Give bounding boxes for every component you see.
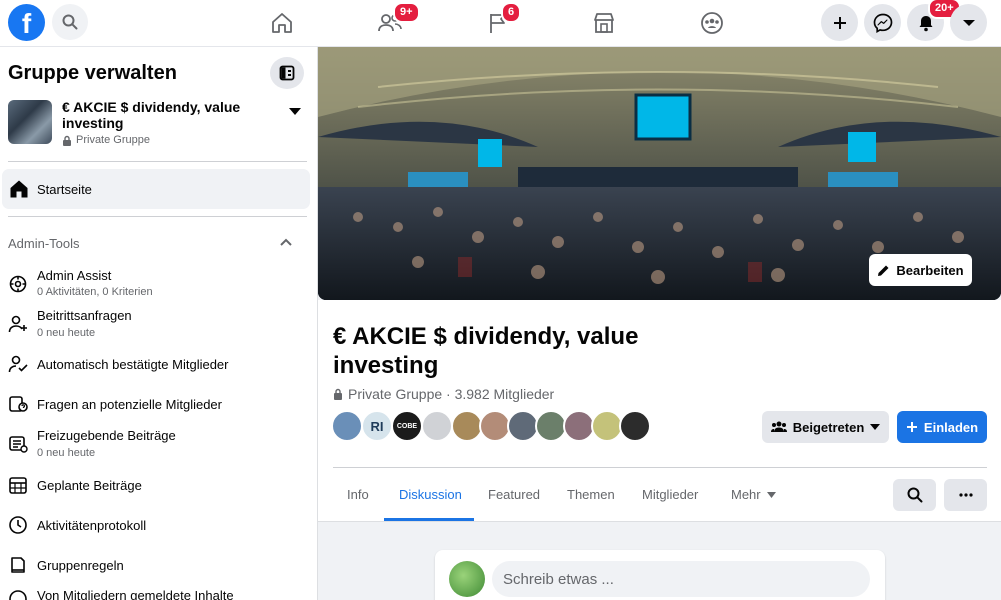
facebook-logo[interactable]: f (8, 4, 45, 41)
avatar[interactable] (449, 561, 485, 597)
sidebar-item-auto-approved[interactable]: Automatisch bestätigte Mitglieder (0, 346, 317, 382)
avatar[interactable] (619, 410, 651, 442)
pages-badge: 6 (501, 2, 522, 23)
lock-icon (63, 135, 71, 146)
search-icon (907, 487, 922, 503)
active-tab-indicator (384, 518, 474, 521)
search-button[interactable] (52, 4, 88, 40)
lock-icon (334, 388, 342, 400)
home-icon (272, 13, 292, 33)
avatar[interactable] (421, 410, 453, 442)
sidebar-item-member-requests[interactable]: Beitrittsanfragen 0 neu heute (0, 306, 317, 342)
chevron-up-icon (280, 238, 292, 246)
sidebar-item-pending-posts[interactable]: Freizugebende Beiträge 0 neu heute (0, 426, 317, 462)
sidebar-collapse-button[interactable] (270, 57, 304, 89)
tab-members[interactable]: Mitglieder (642, 487, 698, 502)
sidebar-item-label: Startseite (37, 181, 92, 197)
joined-button[interactable]: Beigetreten (762, 411, 889, 443)
questions-icon (9, 396, 28, 412)
nav-home[interactable] (265, 6, 299, 40)
sidebar-toggle-icon (279, 65, 295, 81)
tool-subtitle: 0 neu heute (37, 327, 96, 339)
group-name[interactable]: € AKCIE $ dividendy, value investing (62, 99, 262, 131)
sidebar-divider (8, 161, 307, 162)
group-search-button[interactable] (893, 479, 936, 511)
caret-down-icon (289, 108, 301, 115)
marketplace-icon (594, 13, 614, 33)
sidebar-divider (8, 216, 307, 217)
tool-title: Admin Assist (37, 268, 112, 283)
tool-title: Geplante Beiträge (37, 478, 142, 493)
auto-approve-icon (8, 355, 28, 373)
sidebar-item-activity-log[interactable]: Aktivitätenprotokoll (0, 507, 317, 543)
tab-featured[interactable]: Featured (488, 487, 540, 502)
avatar[interactable] (331, 410, 363, 442)
sidebar-item-home[interactable]: Startseite (2, 169, 310, 209)
tool-title: Automatisch bestätigte Mitglieder (37, 357, 229, 372)
pending-posts-icon (9, 436, 28, 453)
ellipsis-icon (958, 493, 973, 497)
tool-title: Aktivitätenprotokoll (37, 518, 147, 533)
tool-subtitle: 0 Aktivitäten, 0 Kriterien (37, 286, 153, 298)
create-button[interactable] (821, 4, 858, 41)
rules-icon (11, 557, 25, 573)
calendar-icon (9, 477, 27, 494)
admin-tools-collapse[interactable] (279, 235, 293, 254)
nav-marketplace[interactable] (587, 6, 621, 40)
page-title: € AKCIE $ dividendy, value investing (333, 323, 639, 379)
more-options-button[interactable] (944, 479, 987, 511)
groups-icon (701, 12, 723, 34)
manage-group-sidebar: Gruppe verwalten € AKCIE $ dividendy, va… (0, 47, 318, 600)
group-thumbnail[interactable] (8, 100, 52, 144)
group-info: Private Gruppe · 3.982 Mitglieder (333, 386, 554, 402)
caret-down-icon (870, 424, 881, 430)
group-privacy: Private Gruppe (62, 134, 150, 146)
tool-title: Beitrittsanfragen (37, 308, 132, 323)
messenger-button[interactable] (864, 4, 901, 41)
caret-down-icon (766, 491, 776, 498)
report-icon (9, 590, 27, 600)
clock-icon (9, 516, 27, 534)
tool-subtitle: 0 neu heute (37, 447, 96, 459)
sidebar-item-membership-questions[interactable]: Fragen an potenzielle Mitglieder (0, 386, 317, 422)
plus-icon (906, 422, 917, 432)
pencil-icon (878, 265, 889, 276)
edit-cover-button[interactable]: Bearbeiten (869, 254, 972, 286)
invite-button[interactable]: Einladen (897, 411, 987, 443)
tab-discussion[interactable]: Diskussion (399, 487, 462, 502)
sidebar-title: Gruppe verwalten (8, 62, 177, 84)
search-icon (62, 14, 78, 30)
sidebar-item-admin-assist[interactable]: Admin Assist 0 Aktivitäten, 0 Kriterien (0, 266, 317, 302)
tab-info[interactable]: Info (347, 487, 369, 502)
avatar[interactable]: RI (361, 410, 393, 442)
group-switcher-caret[interactable] (289, 103, 301, 121)
plus-icon (833, 16, 846, 29)
admin-assist-icon (9, 275, 27, 293)
tool-title: Gruppenregeln (37, 558, 124, 573)
tab-more[interactable]: Mehr (731, 487, 776, 502)
tool-title: Fragen an potenzielle Mitglieder (37, 397, 222, 412)
sidebar-item-scheduled-posts[interactable]: Geplante Beiträge (0, 467, 317, 503)
friends-badge: 9+ (393, 2, 420, 23)
account-menu-button[interactable] (950, 4, 987, 41)
avatar[interactable]: COBE (391, 410, 423, 442)
sidebar-item-group-rules[interactable]: Gruppenregeln (0, 547, 317, 583)
composer-input[interactable] (492, 561, 870, 597)
caret-down-icon (962, 19, 975, 26)
tool-title: Freizugebende Beiträge (37, 428, 176, 443)
nav-groups[interactable] (695, 6, 729, 40)
messenger-icon (873, 13, 892, 33)
sidebar-item-member-reported[interactable]: Von Mitgliedern gemeldete Inhalte (0, 581, 317, 600)
tab-topics[interactable]: Themen (567, 487, 615, 502)
member-request-icon (8, 315, 27, 333)
home-icon (10, 180, 28, 198)
tool-title: Von Mitgliedern gemeldete Inhalte (37, 588, 234, 600)
members-icon (770, 421, 787, 432)
top-navigation-bar: f 9+ 6 20+ (0, 0, 1001, 47)
admin-tools-heading: Admin-Tools (8, 236, 80, 251)
header-divider (333, 467, 987, 468)
